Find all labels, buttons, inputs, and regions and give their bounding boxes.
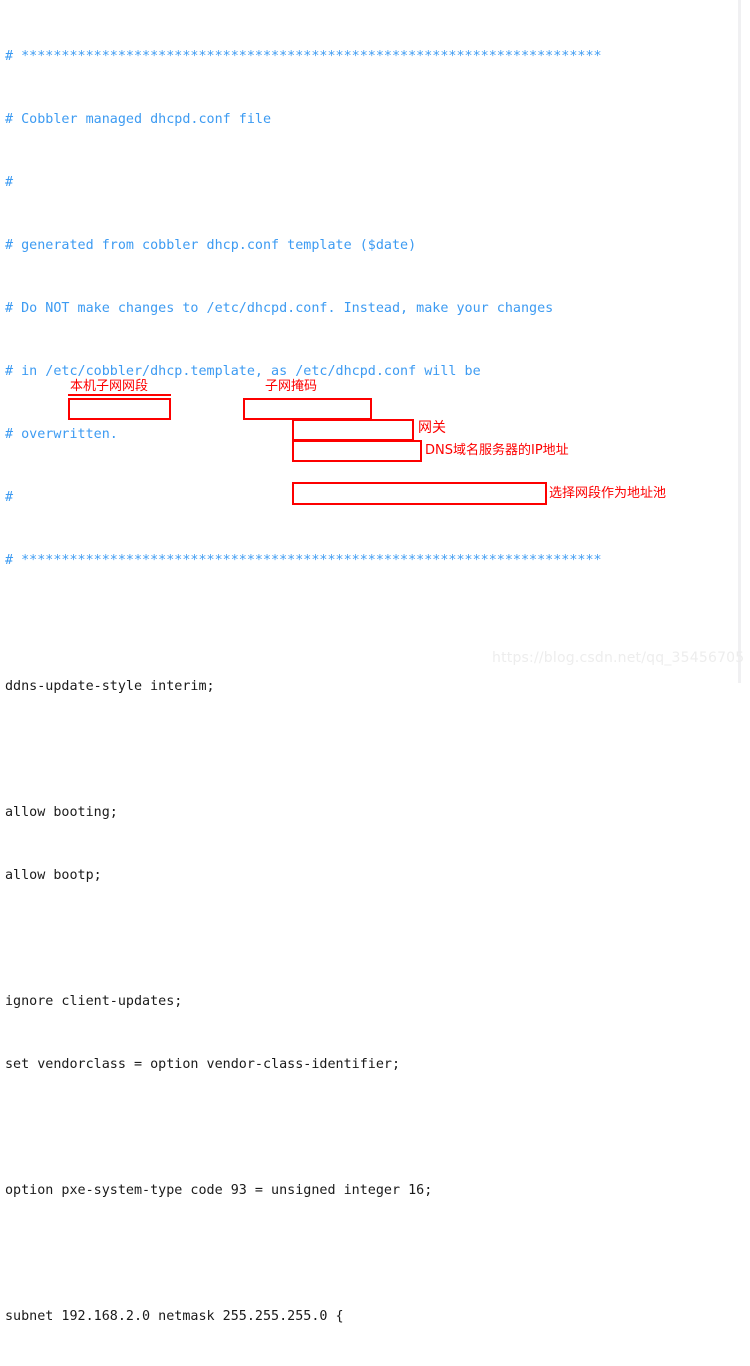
underline-subnet-label bbox=[68, 394, 171, 396]
code-line-4: # generated from cobbler dhcp.conf templ… bbox=[5, 238, 417, 253]
csdn-watermark: https://blog.csdn.net/qq_35456705 bbox=[492, 650, 745, 666]
code-line-11: ddns-update-style interim; bbox=[5, 679, 215, 694]
code-line-7: # overwritten. bbox=[5, 427, 118, 442]
code-line-1: # **************************************… bbox=[5, 49, 602, 64]
annotation-local-subnet-segment: 本机子网网段 bbox=[70, 379, 149, 394]
annotation-address-pool: 选择网段作为地址池 bbox=[549, 486, 667, 501]
code-line-16: ignore client-updates; bbox=[5, 994, 183, 1009]
code-line-19: option pxe-system-type code 93 = unsigne… bbox=[5, 1183, 433, 1198]
code-line-3: # bbox=[5, 175, 14, 190]
code-line-13: allow booting; bbox=[5, 805, 118, 820]
code-line-21-subnet-declaration: subnet 192.168.2.0 netmask 255.255.255.0… bbox=[5, 1309, 344, 1324]
annotation-dns-server-ip: DNS域名服务器的IP地址 bbox=[425, 443, 569, 458]
code-editor-body[interactable]: # **************************************… bbox=[0, 0, 738, 1366]
dhcpd-conf-screenshot: # **************************************… bbox=[0, 0, 750, 1324]
code-line-14: allow bootp; bbox=[5, 868, 102, 883]
code-line-9: # **************************************… bbox=[5, 553, 602, 568]
page-right-edge bbox=[738, 0, 741, 683]
code-line-2: # Cobbler managed dhcpd.conf file bbox=[5, 112, 272, 127]
code-line-17: set vendorclass = option vendor-class-id… bbox=[5, 1057, 401, 1072]
annotation-subnet-mask: 子网掩码 bbox=[265, 379, 318, 394]
annotation-gateway: 网关 bbox=[418, 420, 446, 436]
code-line-5: # Do NOT make changes to /etc/dhcpd.conf… bbox=[5, 301, 554, 316]
